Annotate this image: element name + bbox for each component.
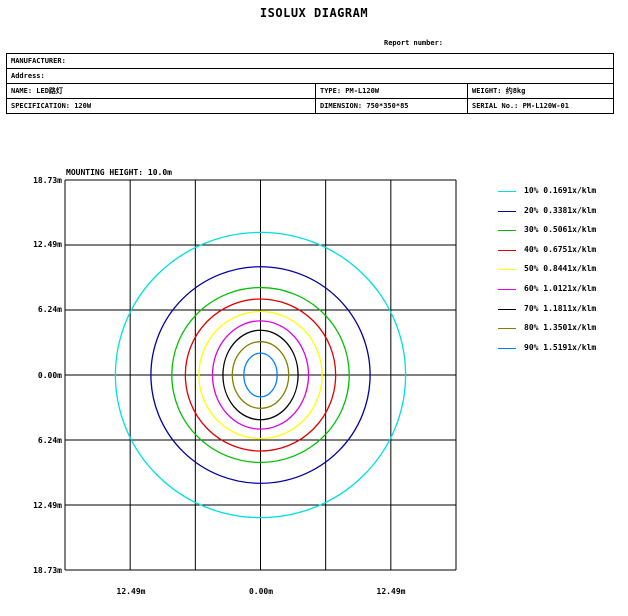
legend-label: 30% 0.5061x/klm [524, 225, 597, 235]
legend-label: 80% 1.3501x/klm [524, 323, 597, 333]
legend-swatch [498, 249, 516, 251]
legend-swatch [498, 191, 516, 192]
legend-label: 40% 0.6751x/klm [524, 244, 597, 254]
legend-swatch [498, 288, 516, 290]
legend-label: 20% 0.3381x/klm [524, 205, 597, 215]
legend-swatch [498, 269, 516, 271]
legend-swatch [498, 230, 516, 232]
legend-label: 10% 0.1691x/klm [524, 186, 597, 195]
legend-swatch [498, 328, 516, 330]
legend-swatch [498, 308, 516, 310]
legend-label: 50% 0.8441x/klm [524, 264, 597, 274]
legend-label: 90% 1.5191x/klm [524, 342, 597, 352]
legend-label: 60% 1.0121x/klm [524, 283, 597, 293]
legend-swatch [498, 347, 516, 349]
legend-label: 70% 1.1811x/klm [524, 303, 597, 313]
legend-swatch [498, 210, 516, 212]
